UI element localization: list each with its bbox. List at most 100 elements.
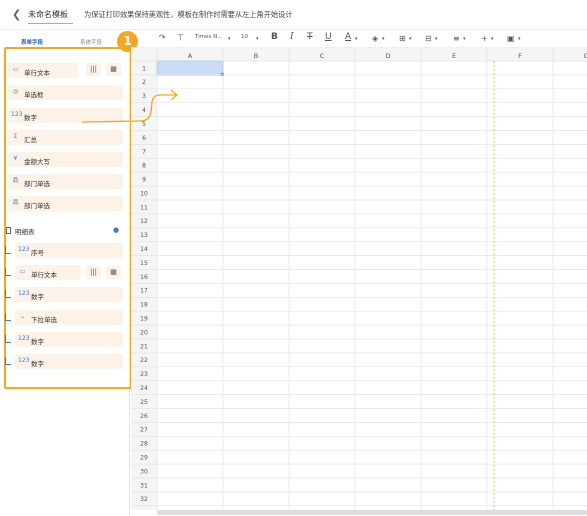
chevron-down-icon[interactable]: ▾: [355, 36, 358, 42]
font-size-select[interactable]: 10: [241, 34, 248, 40]
row-header-18[interactable]: 18: [140, 302, 148, 309]
row-header-27[interactable]: 27: [140, 427, 148, 434]
tab-system-fields[interactable]: 系统字段: [80, 38, 102, 46]
row-header-13[interactable]: 13: [140, 232, 148, 239]
field-item-radio[interactable]: ◎ 单选框: [8, 85, 123, 100]
border-icon[interactable]: ⊞: [399, 34, 406, 43]
barcode-icon[interactable]: |||: [86, 63, 101, 76]
row-header-26[interactable]: 26: [140, 413, 148, 420]
tree-branch-icon: [5, 290, 11, 298]
row-header-7[interactable]: 7: [142, 149, 146, 156]
pin-icon[interactable]: ●: [113, 226, 119, 234]
column-header-c[interactable]: C: [320, 52, 325, 60]
row-header-23[interactable]: 23: [140, 371, 148, 378]
spreadsheet-grid[interactable]: ABCDEFG 12345678910111213141516171819202…: [131, 48, 587, 510]
underline-button[interactable]: U: [325, 32, 332, 42]
text-input-icon: ▭: [12, 66, 19, 73]
template-name-input[interactable]: 未命名模板: [28, 9, 73, 24]
row-header-5[interactable]: 5: [142, 121, 146, 128]
row-header-14[interactable]: 14: [140, 246, 148, 253]
field-item-currency[interactable]: ¥ 金额大写: [8, 152, 123, 167]
column-header-e[interactable]: E: [452, 52, 456, 60]
row-header-30[interactable]: 30: [140, 468, 148, 475]
horizontal-scrollbar[interactable]: [157, 510, 587, 515]
column-header-d[interactable]: D: [385, 52, 390, 60]
number-icon: 123: [11, 111, 23, 118]
qrcode-icon[interactable]: ▦: [106, 63, 121, 76]
row-header-12[interactable]: 12: [140, 218, 148, 225]
redo-icon[interactable]: ↷: [159, 33, 166, 42]
image-icon[interactable]: ▣: [507, 34, 515, 43]
detail-child-seq[interactable]: 123 序号: [3, 243, 123, 261]
field-item-single-text[interactable]: ▭ 单行文本: [8, 63, 78, 78]
tree-branch-icon: [5, 246, 11, 254]
org-icon: 品: [12, 177, 19, 184]
row-header-16[interactable]: 16: [140, 274, 148, 281]
column-header-f[interactable]: F: [518, 52, 522, 60]
detail-child-number[interactable]: 123 数字: [3, 287, 123, 305]
chevron-down-icon[interactable]: ▾: [435, 36, 438, 42]
chevron-down-icon[interactable]: ▾: [256, 36, 259, 42]
row-header-28[interactable]: 28: [140, 441, 148, 448]
row-header-25[interactable]: 25: [140, 399, 148, 406]
row-header-17[interactable]: 17: [140, 288, 148, 295]
row-header-24[interactable]: 24: [140, 385, 148, 392]
row-header-22[interactable]: 22: [140, 357, 148, 364]
field-item-department[interactable]: 品 部门单选: [8, 174, 123, 189]
bold-button[interactable]: B: [271, 32, 278, 42]
chevron-down-icon[interactable]: ▾: [518, 36, 521, 42]
chevron-left-icon[interactable]: ❮: [12, 8, 21, 21]
chevron-down-icon[interactable]: ▾: [491, 36, 494, 42]
font-name-select[interactable]: Times N...: [195, 34, 222, 40]
field-item-number[interactable]: 123 数字: [8, 108, 123, 123]
row-header-21[interactable]: 21: [140, 343, 148, 350]
italic-button[interactable]: I: [290, 32, 294, 42]
barcode-icon[interactable]: |||: [86, 266, 101, 279]
detail-child-dropdown[interactable]: ⌄ 下拉单选: [3, 310, 123, 328]
fill-color-icon[interactable]: ◈: [372, 34, 378, 43]
chevron-down-icon[interactable]: ▾: [463, 36, 466, 42]
column-header-a[interactable]: A: [188, 52, 193, 60]
row-header-10[interactable]: 10: [140, 190, 148, 197]
row-header-32[interactable]: 32: [140, 496, 148, 503]
number-icon: 123: [18, 290, 30, 297]
insert-icon[interactable]: +: [481, 34, 488, 43]
strikethrough-button[interactable]: T: [307, 32, 313, 42]
dropdown-icon: ⌄: [19, 313, 26, 320]
top-bar: ❮ 未命名模板 为保证打印效果保持美观性，模板在制作时需要从左上角开始设计: [0, 0, 587, 30]
tree-branch-icon: [5, 313, 11, 321]
row-header-31[interactable]: 31: [140, 482, 148, 489]
row-header-20[interactable]: 20: [140, 329, 148, 336]
column-header-b[interactable]: B: [254, 52, 258, 60]
tree-branch-icon: [5, 268, 11, 276]
field-item-department-2[interactable]: 品 部门单选: [8, 196, 123, 211]
field-item-sum[interactable]: Σ 汇总: [8, 130, 123, 145]
row-header-4[interactable]: 4: [142, 107, 146, 114]
qrcode-icon[interactable]: ▦: [106, 266, 121, 279]
format-painter-icon[interactable]: ⊤: [177, 33, 184, 42]
detail-child-number-2[interactable]: 123 数字: [3, 332, 123, 350]
column-header-g[interactable]: G: [583, 52, 587, 60]
row-header-8[interactable]: 8: [142, 163, 146, 170]
detail-child-number-3[interactable]: 123 数字: [3, 354, 123, 372]
detail-table-title[interactable]: 明细表: [15, 226, 35, 236]
sum-icon: Σ: [13, 133, 18, 140]
align-icon[interactable]: ≡: [453, 34, 460, 43]
row-header-9[interactable]: 9: [142, 176, 146, 183]
row-header-6[interactable]: 6: [142, 135, 146, 142]
row-header-11[interactable]: 11: [140, 204, 148, 211]
font-color-button[interactable]: A: [345, 32, 351, 42]
row-header-29[interactable]: 29: [140, 454, 148, 461]
row-header-1[interactable]: 1: [142, 65, 146, 72]
tab-form-fields[interactable]: 表单字段: [21, 38, 43, 46]
chevron-down-icon[interactable]: ▾: [382, 36, 385, 42]
row-header-3[interactable]: 3: [142, 93, 146, 100]
row-header-15[interactable]: 15: [140, 260, 148, 267]
row-header-2[interactable]: 2: [142, 79, 146, 86]
chevron-down-icon[interactable]: ▾: [409, 36, 412, 42]
row-header-19[interactable]: 19: [140, 315, 148, 322]
detail-child-single-text[interactable]: ▭ 单行文本: [3, 265, 83, 283]
merge-cells-icon[interactable]: ⊟: [425, 34, 432, 43]
chevron-down-icon[interactable]: ▾: [228, 36, 231, 42]
org-icon: 品: [12, 199, 19, 206]
